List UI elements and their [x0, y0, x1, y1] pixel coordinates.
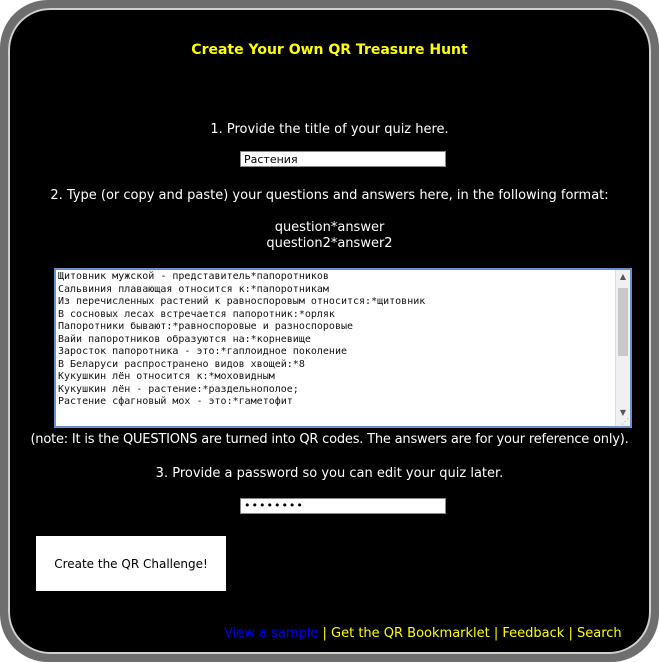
feedback-link[interactable]: Feedback — [502, 626, 564, 641]
question-line: Кукушкин лён относится к:*моховидным — [58, 371, 275, 382]
page-content: Create Your Own QR Treasure Hunt 1. Prov… — [0, 0, 659, 662]
step2-label: 2. Type (or copy and paste) your questio… — [50, 188, 609, 203]
question-line: Из перечисленных растений к равноспоровы… — [58, 296, 426, 307]
question-line: В Беларуси распространено видов хвощей:*… — [58, 358, 305, 370]
view-sample-link[interactable]: View a sample — [224, 626, 318, 641]
question-line: Кукушкин лён - растение:*раздельнополое; — [58, 383, 299, 395]
search-link[interactable]: Search — [577, 626, 622, 641]
question-line: Вайи папоротников образуются на:*корневи… — [58, 333, 311, 345]
footer-separator: | — [318, 626, 332, 641]
question-line: В сосновых лесах встречается папоротник:… — [58, 308, 335, 320]
questions-text: Щитовник мужской - представитель*папорот… — [58, 271, 614, 409]
bookmarklet-link[interactable]: Get the QR Bookmarklet — [331, 626, 490, 641]
format-line-2: question2*answer2 — [266, 236, 393, 251]
format-line-1: question*answer — [274, 220, 385, 235]
questions-textarea[interactable]: Щитовник мужской - представитель*папорот… — [54, 268, 632, 428]
question-line: Сальвиния плавающая относится к:*папорот… — [58, 283, 329, 295]
questions-note: (note: It is the QUESTIONS are turned in… — [30, 432, 629, 447]
question-line: Щитовник мужской - представитель*папорот… — [58, 271, 329, 282]
quiz-title-input[interactable] — [240, 151, 446, 167]
scroll-up-icon[interactable]: ▲ — [616, 270, 630, 284]
create-challenge-button[interactable]: Create the QR Challenge! — [36, 536, 226, 591]
textarea-scrollbar[interactable]: ▲ ▼ — [615, 270, 630, 426]
page-title: Create Your Own QR Treasure Hunt — [191, 42, 468, 58]
scroll-thumb[interactable] — [618, 288, 628, 356]
step1-label: 1. Provide the title of your quiz here. — [210, 122, 449, 137]
resize-grip-icon[interactable]: ⋰ — [621, 417, 629, 426]
footer-separator: | — [489, 626, 503, 641]
password-input[interactable]: •••••••• — [240, 498, 446, 514]
footer-separator: | — [564, 626, 577, 641]
question-line: Заросток папоротника - это:*гаплоидное п… — [58, 346, 347, 357]
step3-label: 3. Provide a password so you can edit yo… — [155, 466, 504, 481]
question-line: Папоротники бывают:*равноспоровые и разн… — [58, 321, 354, 332]
question-line: Растение сфагновый мох - это:*гаметофит — [58, 396, 293, 407]
